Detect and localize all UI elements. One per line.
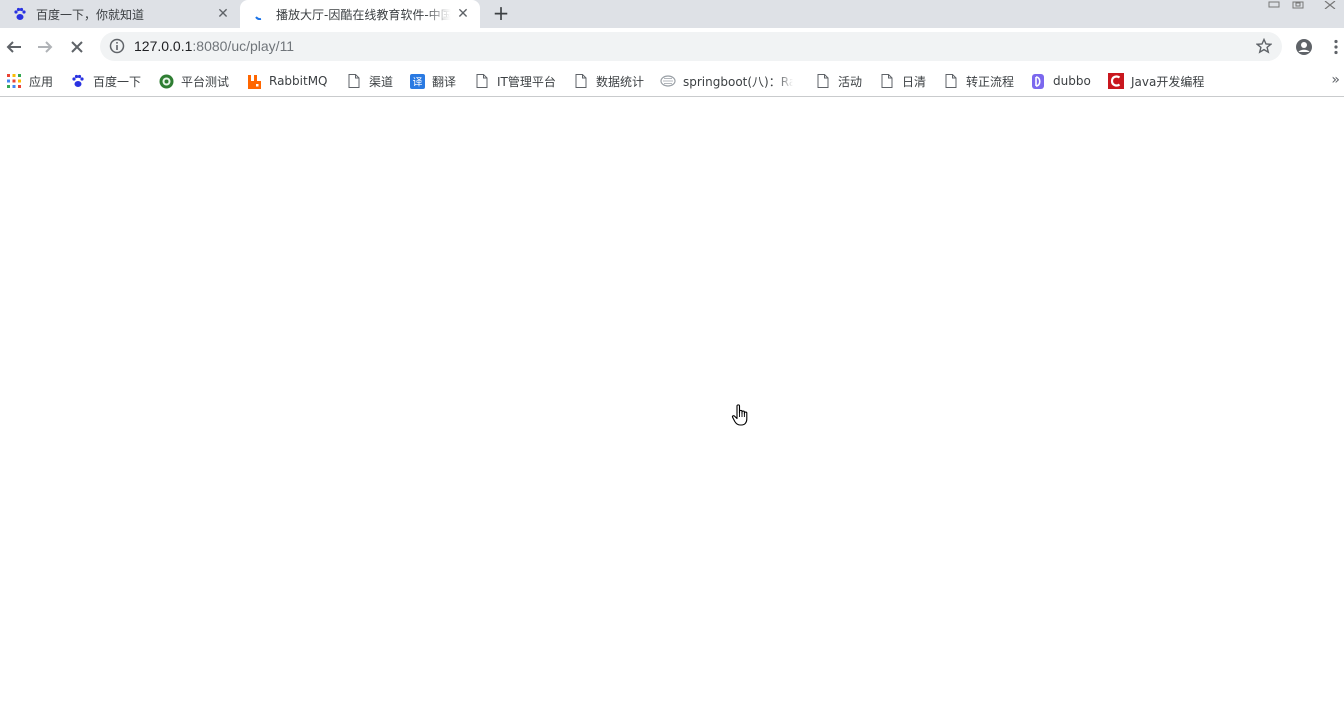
dubbo-icon (1030, 73, 1046, 89)
bookmarks-overflow-icon[interactable]: » (1331, 72, 1340, 88)
bookmark-label: 平台测试 (181, 74, 230, 89)
hand-cursor-icon (731, 403, 751, 427)
bookmark-label: Java开发编程 (1131, 74, 1205, 89)
tab-strip: 百度一下，你就知道 ✕ 播放大厅-因酷在线教育软件-中国 ✕ + (0, 0, 1344, 28)
url-text[interactable]: 127.0.0.1:8080/uc/play/11 (134, 38, 294, 54)
bookmark-baidu[interactable]: 百度一下 (70, 72, 141, 90)
translate-icon: 译 (409, 73, 425, 89)
tab-title: 播放大厅-因酷在线教育软件-中国 (276, 7, 451, 22)
svg-text:译: 译 (412, 76, 422, 88)
stop-loading-icon[interactable] (67, 37, 87, 57)
bookmark-dubbo[interactable]: dubbo (1030, 72, 1091, 90)
forward-arrow-icon[interactable] (35, 37, 55, 57)
page-content (0, 97, 1344, 708)
bookmark-label: 渠道 (369, 74, 394, 89)
bookmark-label: IT管理平台 (497, 74, 556, 89)
apps-grid-icon (6, 73, 22, 89)
address-bar[interactable]: 127.0.0.1:8080/uc/play/11 (100, 32, 1282, 61)
close-icon[interactable]: ✕ (215, 6, 231, 22)
page-icon (474, 73, 490, 89)
page-icon (815, 73, 831, 89)
tab-title: 百度一下，你就知道 (36, 7, 145, 22)
bookmark-regularization[interactable]: 转正流程 (943, 72, 1014, 90)
bookmark-star-icon[interactable] (1255, 37, 1273, 54)
bookmarks-bar: 应用 百度一下 平台测试 RabbitMQ 渠道 译 翻译 IT管理平台 数据统… (0, 66, 1344, 97)
bookmark-label: RabbitMQ (269, 74, 328, 88)
tab-play-hall[interactable]: 播放大厅-因酷在线教育软件-中国 ✕ (240, 0, 480, 28)
minimize-button[interactable] (1264, 0, 1284, 10)
blog-icon (660, 73, 676, 89)
page-icon (346, 73, 362, 89)
bookmark-label: springboot(八)：Ra (683, 74, 793, 89)
close-icon[interactable]: ✕ (455, 6, 471, 22)
profile-icon[interactable] (1294, 37, 1314, 57)
bookmark-activity[interactable]: 活动 (815, 72, 862, 90)
globe-icon (158, 73, 174, 89)
restore-button[interactable] (1288, 0, 1308, 10)
close-window-button[interactable] (1320, 0, 1340, 10)
bookmark-apps[interactable]: 应用 (6, 72, 53, 90)
bookmark-label: 翻译 (432, 74, 457, 89)
bookmark-label: 应用 (29, 74, 54, 89)
bookmark-data-stats[interactable]: 数据统计 (573, 72, 644, 90)
bookmark-label: 活动 (838, 74, 863, 89)
bookmark-java-dev[interactable]: Java开发编程 (1108, 72, 1204, 90)
bookmark-springboot[interactable]: springboot(八)：Ra (660, 72, 793, 90)
page-icon (573, 73, 589, 89)
bookmark-channel[interactable]: 渠道 (346, 72, 393, 90)
bookmark-label: 日清 (902, 74, 927, 89)
info-icon[interactable] (109, 38, 125, 54)
back-arrow-icon[interactable] (4, 37, 24, 57)
bookmark-label: dubbo (1053, 74, 1091, 88)
rabbitmq-icon (246, 73, 262, 89)
new-tab-button[interactable]: + (490, 3, 512, 25)
bookmark-rabbitmq[interactable]: RabbitMQ (246, 72, 328, 90)
bookmark-daily[interactable]: 日清 (879, 72, 926, 90)
bookmark-translate[interactable]: 译 翻译 (409, 72, 456, 90)
url-path: :8080/uc/play/11 (192, 38, 295, 54)
bookmark-label: 转正流程 (966, 74, 1015, 89)
url-host: 127.0.0.1 (134, 38, 193, 54)
bookmark-platform-test[interactable]: 平台测试 (158, 72, 229, 90)
baidu-paw-icon (70, 73, 86, 89)
loading-spinner-icon (252, 6, 268, 22)
tab-baidu[interactable]: 百度一下，你就知道 ✕ (0, 0, 240, 28)
menu-dots-icon[interactable] (1326, 37, 1344, 57)
page-icon (943, 73, 959, 89)
browser-toolbar: 127.0.0.1:8080/uc/play/11 (0, 28, 1344, 66)
page-icon (879, 73, 895, 89)
baidu-paw-icon (12, 6, 28, 22)
bookmark-label: 数据统计 (596, 74, 645, 89)
bookmark-it-platform[interactable]: IT管理平台 (474, 72, 556, 90)
bookmark-label: 百度一下 (93, 74, 142, 89)
csdn-icon (1108, 73, 1124, 89)
